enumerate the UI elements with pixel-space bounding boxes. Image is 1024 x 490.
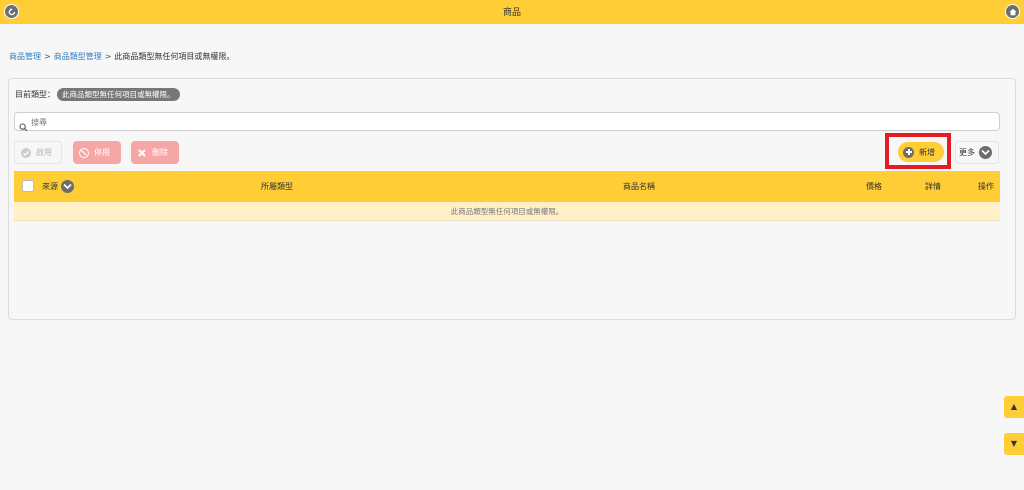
column-header-detail: 詳情 bbox=[925, 182, 941, 191]
column-header-category: 所屬類型 bbox=[261, 182, 293, 191]
current-type: 目前類型： 此商品類型無任何項目或無權限。 bbox=[15, 88, 180, 101]
search-input[interactable] bbox=[31, 115, 931, 129]
breadcrumb-link-product-type-management[interactable]: 商品類型管理 bbox=[54, 52, 102, 61]
breadcrumb-separator: > bbox=[104, 52, 112, 61]
column-header-product-name: 商品名稱 bbox=[623, 182, 655, 191]
more-button-label: 更多 bbox=[959, 148, 975, 157]
search-icon bbox=[19, 117, 28, 136]
select-all-checkbox[interactable] bbox=[22, 180, 34, 192]
close-icon bbox=[137, 148, 147, 158]
plus-circle-icon bbox=[903, 146, 914, 158]
home-icon[interactable] bbox=[1005, 4, 1020, 19]
page-title: 商品 bbox=[502, 8, 521, 18]
column-header-source[interactable]: 來源 bbox=[42, 180, 74, 193]
enable-button[interactable]: 啟用 bbox=[14, 141, 62, 164]
content-panel: 目前類型：此商品類型無任何項目或無權限。 啟用 停用 bbox=[8, 78, 1016, 320]
scroll-down-button[interactable]: ▼ bbox=[1004, 433, 1024, 455]
column-header-action: 操作 bbox=[978, 182, 994, 191]
enable-button-label: 啟用 bbox=[36, 148, 52, 157]
current-type-label: 目前類型： bbox=[15, 90, 55, 99]
more-button[interactable]: 更多 bbox=[955, 141, 999, 164]
delete-button[interactable]: 刪除 bbox=[131, 141, 179, 164]
scroll-up-button[interactable]: ▲ bbox=[1004, 396, 1024, 418]
chevron-down-icon[interactable] bbox=[61, 180, 74, 193]
breadcrumb-current: 此商品類型無任何項目或無權限。 bbox=[114, 52, 235, 61]
column-header-price: 價格 bbox=[866, 182, 882, 191]
breadcrumb-link-product-management[interactable]: 商品管理 bbox=[9, 52, 41, 61]
disable-icon bbox=[79, 147, 89, 158]
breadcrumb: 商品管理 > 商品類型管理 > 此商品類型無任何項目或無權限。 bbox=[9, 51, 234, 62]
delete-button-label: 刪除 bbox=[152, 148, 168, 157]
table-empty-message: 此商品類型無任何項目或無權限。 bbox=[14, 202, 1000, 221]
search-box bbox=[14, 112, 1000, 132]
breadcrumb-separator: > bbox=[44, 52, 51, 61]
chevron-down-icon bbox=[979, 146, 992, 159]
disable-button[interactable]: 停用 bbox=[73, 141, 121, 164]
check-circle-icon bbox=[21, 147, 31, 158]
add-button[interactable]: 新增 bbox=[898, 142, 944, 162]
column-header-source-label: 來源 bbox=[42, 182, 58, 191]
disable-button-label: 停用 bbox=[94, 148, 110, 157]
top-bar: 商品 bbox=[0, 0, 1024, 24]
add-button-label: 新增 bbox=[919, 147, 935, 157]
current-type-badge: 此商品類型無任何項目或無權限。 bbox=[57, 88, 180, 101]
table-header: 來源 所屬類型 商品名稱 價格 詳情 操作 bbox=[14, 171, 1000, 202]
